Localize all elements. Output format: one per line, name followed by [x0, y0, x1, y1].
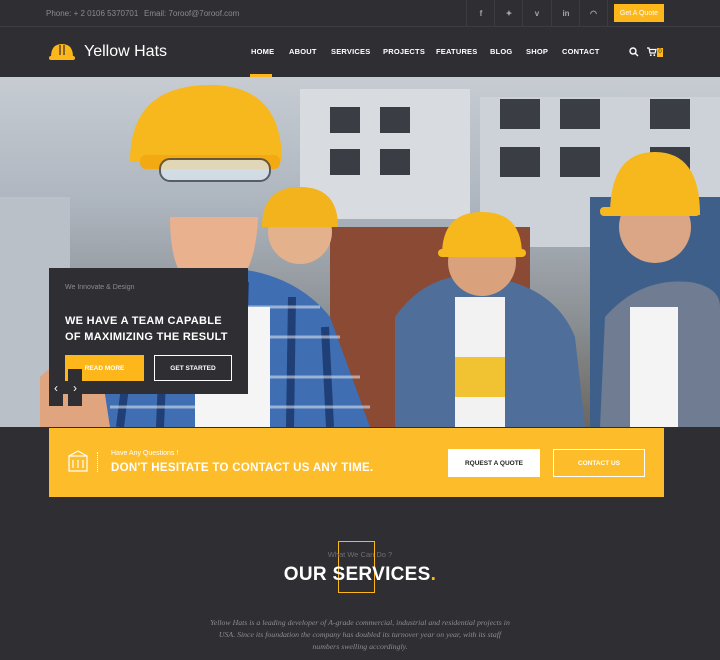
search-icon[interactable] [629, 47, 639, 57]
nav-features[interactable]: FEATURES [436, 47, 477, 56]
cart-count-badge: 0 [657, 48, 663, 57]
services-title-text: OUR SERVICES [283, 564, 431, 585]
brand-name[interactable]: Yellow Hats [84, 43, 167, 61]
slider-prev-button[interactable]: ‹ [49, 369, 63, 406]
hero-slider: We Innovate & Design WE HAVE A TEAM CAPA… [0, 77, 720, 427]
cta-kicker: Have Any Questions ! [111, 450, 179, 457]
hero-subtitle: We Innovate & Design [65, 284, 135, 291]
services-kicker: What We Can Do ? [327, 550, 393, 559]
services-title-dot: . [430, 564, 437, 585]
get-started-button[interactable]: GET STARTED [154, 355, 232, 381]
chevron-right-icon: › [73, 380, 77, 395]
hero-headline: WE HAVE A TEAM CAPABLE OF MAXIMIZING THE… [65, 315, 228, 343]
contact-us-button[interactable]: CONTACT US [553, 449, 645, 477]
email-info[interactable]: Email: 7oroof@7oroof.com [144, 9, 239, 18]
rss-icon[interactable]: ◠ [579, 0, 608, 27]
nav-services[interactable]: SERVICES [331, 47, 370, 56]
nav-projects[interactable]: PROJECTS [383, 47, 425, 56]
vimeo-icon[interactable]: v [522, 0, 551, 27]
cart-icon[interactable] [647, 47, 657, 57]
linkedin-icon[interactable]: in [551, 0, 580, 27]
nav-home[interactable]: HOME [251, 47, 274, 56]
cta-headline: DON'T HESITATE TO CONTACT US ANY TIME. [111, 462, 374, 474]
services-title: OUR SERVICES. [0, 564, 720, 586]
top-bar: Phone: + 2 0106 5370701 Email: 7oroof@7o… [0, 0, 720, 27]
twitter-icon[interactable]: ✦ [494, 0, 523, 27]
get-a-quote-button[interactable]: Get A Quote [614, 4, 664, 22]
building-icon [68, 450, 88, 472]
chevron-left-icon: ‹ [54, 380, 58, 395]
facebook-icon[interactable]: f [466, 0, 495, 27]
nav-contact[interactable]: CONTACT [562, 47, 600, 56]
hard-hat-logo-icon[interactable] [48, 41, 76, 63]
cta-divider [97, 452, 98, 472]
nav-about[interactable]: ABOUT [289, 47, 317, 56]
request-quote-button[interactable]: RQUEST A QUOTE [448, 449, 540, 477]
phone-info: Phone: + 2 0106 5370701 [46, 9, 139, 18]
contact-cta-banner: Have Any Questions ! DON'T HESITATE TO C… [49, 428, 664, 497]
services-description: Yellow Hats is a leading developer of A-… [210, 618, 510, 651]
slider-next-button[interactable]: › [68, 369, 82, 406]
nav-blog[interactable]: BLOG [490, 47, 512, 56]
main-navbar: Yellow Hats HOME ABOUT SERVICES PROJECTS… [0, 27, 720, 77]
nav-shop[interactable]: SHOP [526, 47, 548, 56]
